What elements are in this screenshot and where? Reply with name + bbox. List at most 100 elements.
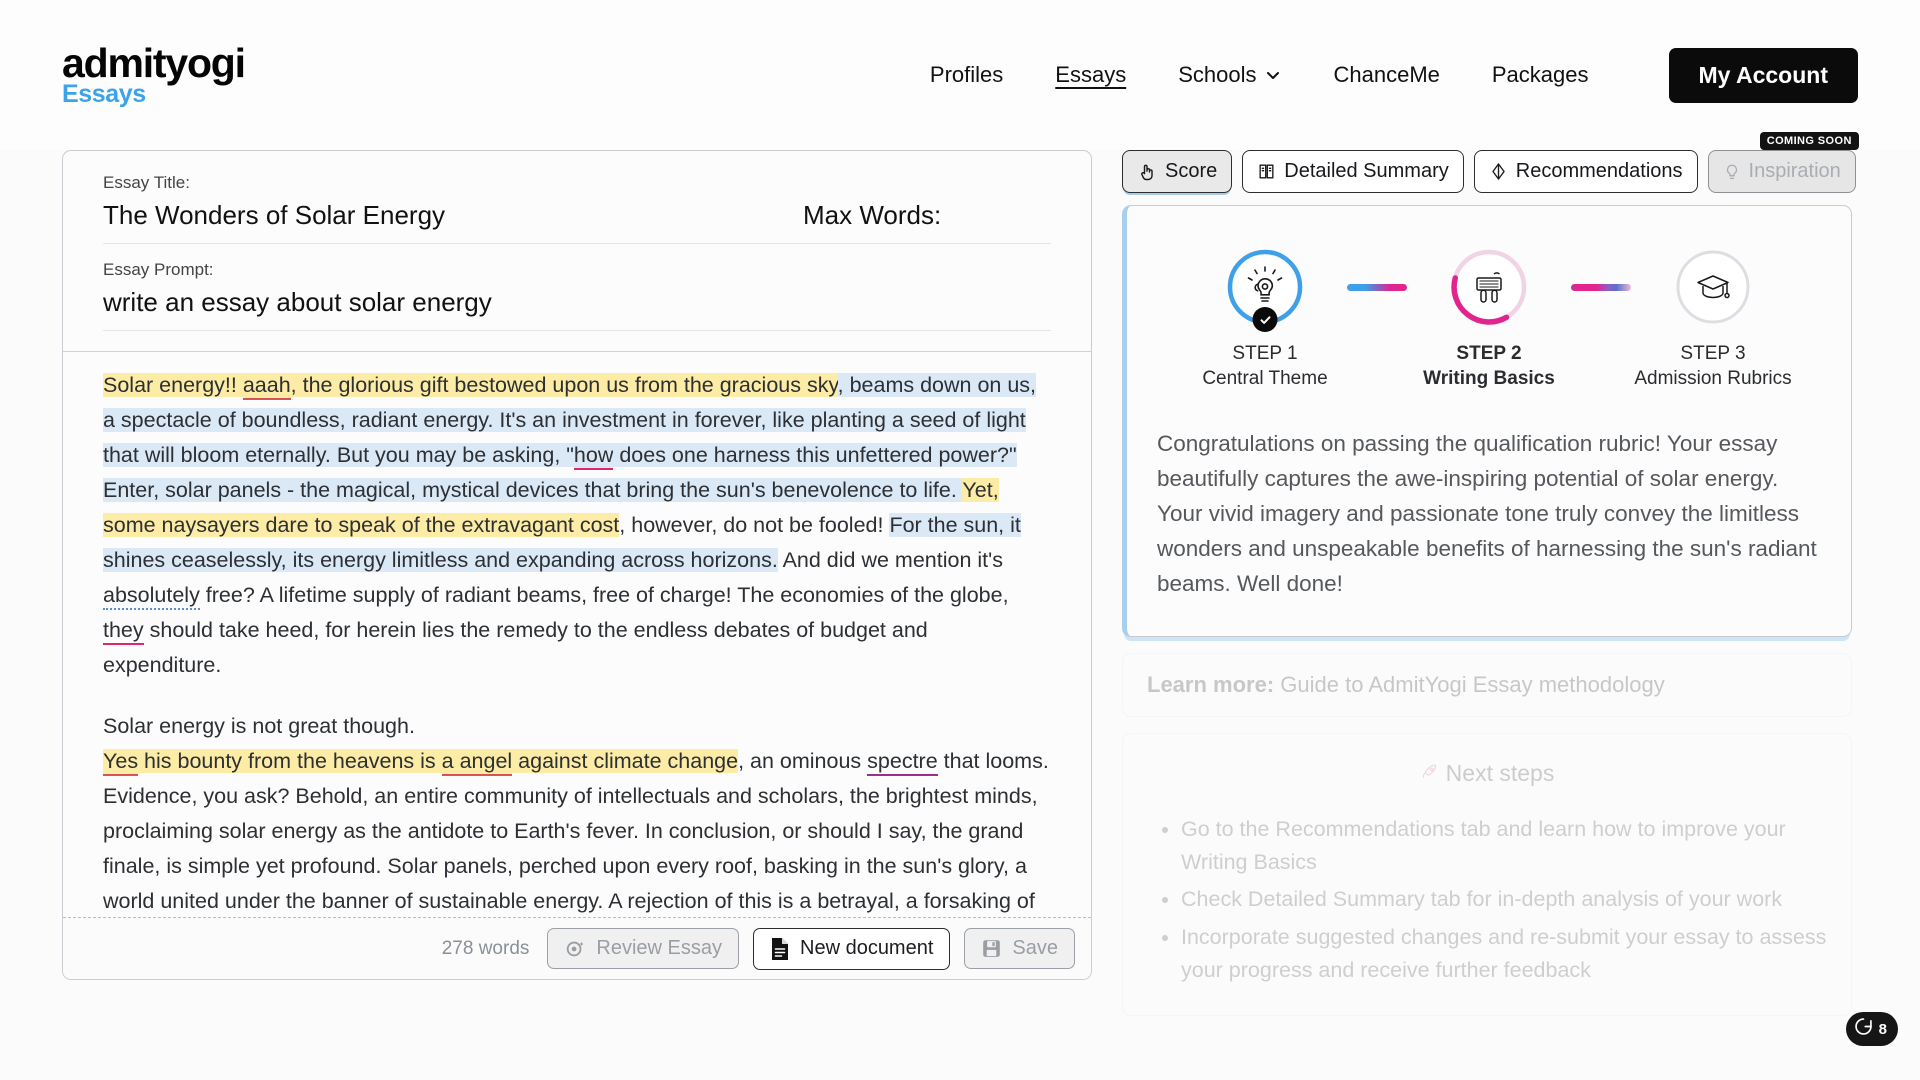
step-3-label: STEP 3 Admission Rubrics xyxy=(1631,342,1795,391)
essay-seg: , the glorious gift bestowed upon us fro… xyxy=(290,373,838,397)
save-button[interactable]: Save xyxy=(964,928,1075,969)
book-icon xyxy=(1257,162,1276,181)
step-3-name: Admission Rubrics xyxy=(1634,367,1792,389)
essay-seg-grammar: aaah xyxy=(242,373,291,400)
essay-metadata: Essay Title: The Wonders of Solar Energy… xyxy=(63,151,1091,331)
main-content: Essay Title: The Wonders of Solar Energy… xyxy=(0,132,1920,1017)
learn-more-card[interactable]: Learn more: Guide to AdmitYogi Essay met… xyxy=(1122,652,1852,717)
nav-label-essays: Essays xyxy=(1055,62,1127,87)
essay-prompt-label: Essay Prompt: xyxy=(103,260,214,279)
learn-more-label: Learn more: xyxy=(1147,671,1275,697)
nav-label-chanceme: ChanceMe xyxy=(1333,62,1440,87)
essay-seg-style: absolutely xyxy=(103,583,200,611)
editor-toolbar: 278 words Review Essay New document Save xyxy=(63,917,1091,979)
save-disk-icon xyxy=(981,938,1002,959)
tab-detailed-summary[interactable]: Detailed Summary xyxy=(1242,150,1464,193)
next-step-item: Check Detailed Summary tab for in-depth … xyxy=(1181,883,1827,916)
main-navigation: Profiles Essays Schools ChanceMe Package… xyxy=(930,47,1858,103)
review-essay-button[interactable]: Review Essay xyxy=(547,928,739,969)
learn-more-row: Learn more: Guide to AdmitYogi Essay met… xyxy=(1147,672,1827,698)
tab-detailed-summary-label: Detailed Summary xyxy=(1284,160,1449,182)
tab-inspiration-label: Inspiration xyxy=(1748,160,1841,182)
score-card: STEP 1 Central Theme STEP 2 Writing Basi… xyxy=(1122,205,1852,637)
feedback-text: Congratulations on passing the qualifica… xyxy=(1157,431,1817,596)
word-count: 278 words xyxy=(441,937,530,959)
tab-score[interactable]: Score xyxy=(1122,150,1233,193)
refresh-circle-icon xyxy=(1853,1016,1874,1042)
tab-score-label: Score xyxy=(1165,160,1218,182)
essay-seg: against climate change xyxy=(512,749,739,774)
analysis-panel: Score Detailed Summary Recommendations C… xyxy=(1122,132,1859,1017)
nav-item-schools[interactable]: Schools xyxy=(1178,62,1281,88)
chevron-down-icon xyxy=(1265,67,1281,83)
review-essay-label: Review Essay xyxy=(596,937,722,959)
step-1-label: STEP 1 Central Theme xyxy=(1183,342,1347,391)
brand-logo[interactable]: admityogi Essays xyxy=(62,40,246,107)
step-2-circle xyxy=(1450,248,1528,326)
essay-seg: And did we mention it's xyxy=(777,548,1004,573)
step-1-name: Central Theme xyxy=(1202,367,1328,389)
new-document-label: New document xyxy=(800,937,934,959)
essay-seg-grammar: they xyxy=(103,618,144,646)
step-connector-1 xyxy=(1347,284,1407,291)
document-icon xyxy=(770,937,790,961)
refresh-count: 8 xyxy=(1878,1020,1887,1038)
step-3-admission-rubrics[interactable]: STEP 3 Admission Rubrics xyxy=(1631,248,1795,391)
refresh-counter-badge[interactable]: 8 xyxy=(1845,1012,1898,1046)
step-3-circle xyxy=(1674,248,1752,326)
essay-title-input[interactable]: The Wonders of Solar Energy xyxy=(103,200,803,244)
next-step-item: Go to the Recommendations tab and learn … xyxy=(1181,813,1827,880)
essay-prompt-input[interactable]: write an essay about solar energy xyxy=(103,287,1051,331)
max-words-row: Max Words: xyxy=(803,200,1051,244)
essay-seg: , an ominous xyxy=(738,749,868,774)
rocket-icon xyxy=(1420,760,1438,787)
tab-recommendations[interactable]: Recommendations xyxy=(1473,150,1698,193)
essay-text-area[interactable]: Solar energy!! aaah, the glorious gift b… xyxy=(63,351,1091,979)
step-2-label: STEP 2 Writing Basics xyxy=(1407,342,1571,391)
progress-stepper: STEP 1 Central Theme STEP 2 Writing Basi… xyxy=(1157,248,1821,391)
brand-name: admityogi xyxy=(62,40,246,86)
essay-seg-grammar: how xyxy=(573,443,614,471)
step-2-writing-basics[interactable]: STEP 2 Writing Basics xyxy=(1407,248,1571,391)
step-2-number: STEP 2 xyxy=(1456,343,1522,364)
next-steps-header: Next steps xyxy=(1147,760,1827,787)
nav-label-schools: Schools xyxy=(1178,62,1257,87)
nav-label-profiles: Profiles xyxy=(929,62,1004,87)
next-steps-title: Next steps xyxy=(1445,759,1555,786)
site-header: admityogi Essays Profiles Essays Schools… xyxy=(0,0,1920,150)
tab-recommendations-label: Recommendations xyxy=(1515,160,1683,182)
essay-seg-grammar: Yes xyxy=(103,749,139,777)
nav-item-chanceme[interactable]: ChanceMe xyxy=(1333,62,1439,88)
nav-item-profiles[interactable]: Profiles xyxy=(930,62,1003,88)
my-account-button[interactable]: My Account xyxy=(1668,47,1858,103)
essay-seg: Solar energy is not great though. xyxy=(103,714,415,739)
nav-item-packages[interactable]: Packages xyxy=(1492,62,1589,88)
essay-seg: should take heed, for herein lies the re… xyxy=(103,618,928,678)
essay-seg: free? A lifetime supply of radiant beams… xyxy=(199,583,1009,608)
step-connector-2 xyxy=(1571,284,1631,291)
step-3-number: STEP 3 xyxy=(1680,343,1746,364)
nav-item-essays[interactable]: Essays xyxy=(1055,62,1126,88)
tab-inspiration[interactable]: COMING SOON Inspiration xyxy=(1707,132,1859,193)
learn-more-text: Guide to AdmitYogi Essay methodology xyxy=(1274,671,1665,697)
review-icon xyxy=(564,938,586,960)
hand-pointer-icon xyxy=(1137,162,1157,182)
step-1-number: STEP 1 xyxy=(1232,343,1298,364)
step-1-circle xyxy=(1226,248,1304,332)
step-1-central-theme[interactable]: STEP 1 Central Theme xyxy=(1183,248,1347,391)
coming-soon-badge: COMING SOON xyxy=(1759,132,1859,150)
next-step-item: Incorporate suggested changes and re-sub… xyxy=(1181,921,1827,988)
max-words-label: Max Words: xyxy=(803,200,942,230)
essay-paragraph-1: Solar energy!! aaah, the glorious gift b… xyxy=(103,368,1051,683)
save-label: Save xyxy=(1012,937,1058,959)
panel-tabs: Score Detailed Summary Recommendations C… xyxy=(1122,132,1859,193)
new-document-button[interactable]: New document xyxy=(753,927,951,970)
next-steps-list: Go to the Recommendations tab and learn … xyxy=(1147,813,1827,988)
essay-title-label: Essay Title: xyxy=(103,173,190,192)
essay-seg: But you may be asking, " xyxy=(336,443,574,468)
nav-label-packages: Packages xyxy=(1491,62,1589,87)
essay-editor-card: Essay Title: The Wonders of Solar Energy… xyxy=(62,150,1092,980)
essay-seg-grammar: a angel xyxy=(441,749,513,777)
lightbulb-icon xyxy=(1723,163,1741,181)
